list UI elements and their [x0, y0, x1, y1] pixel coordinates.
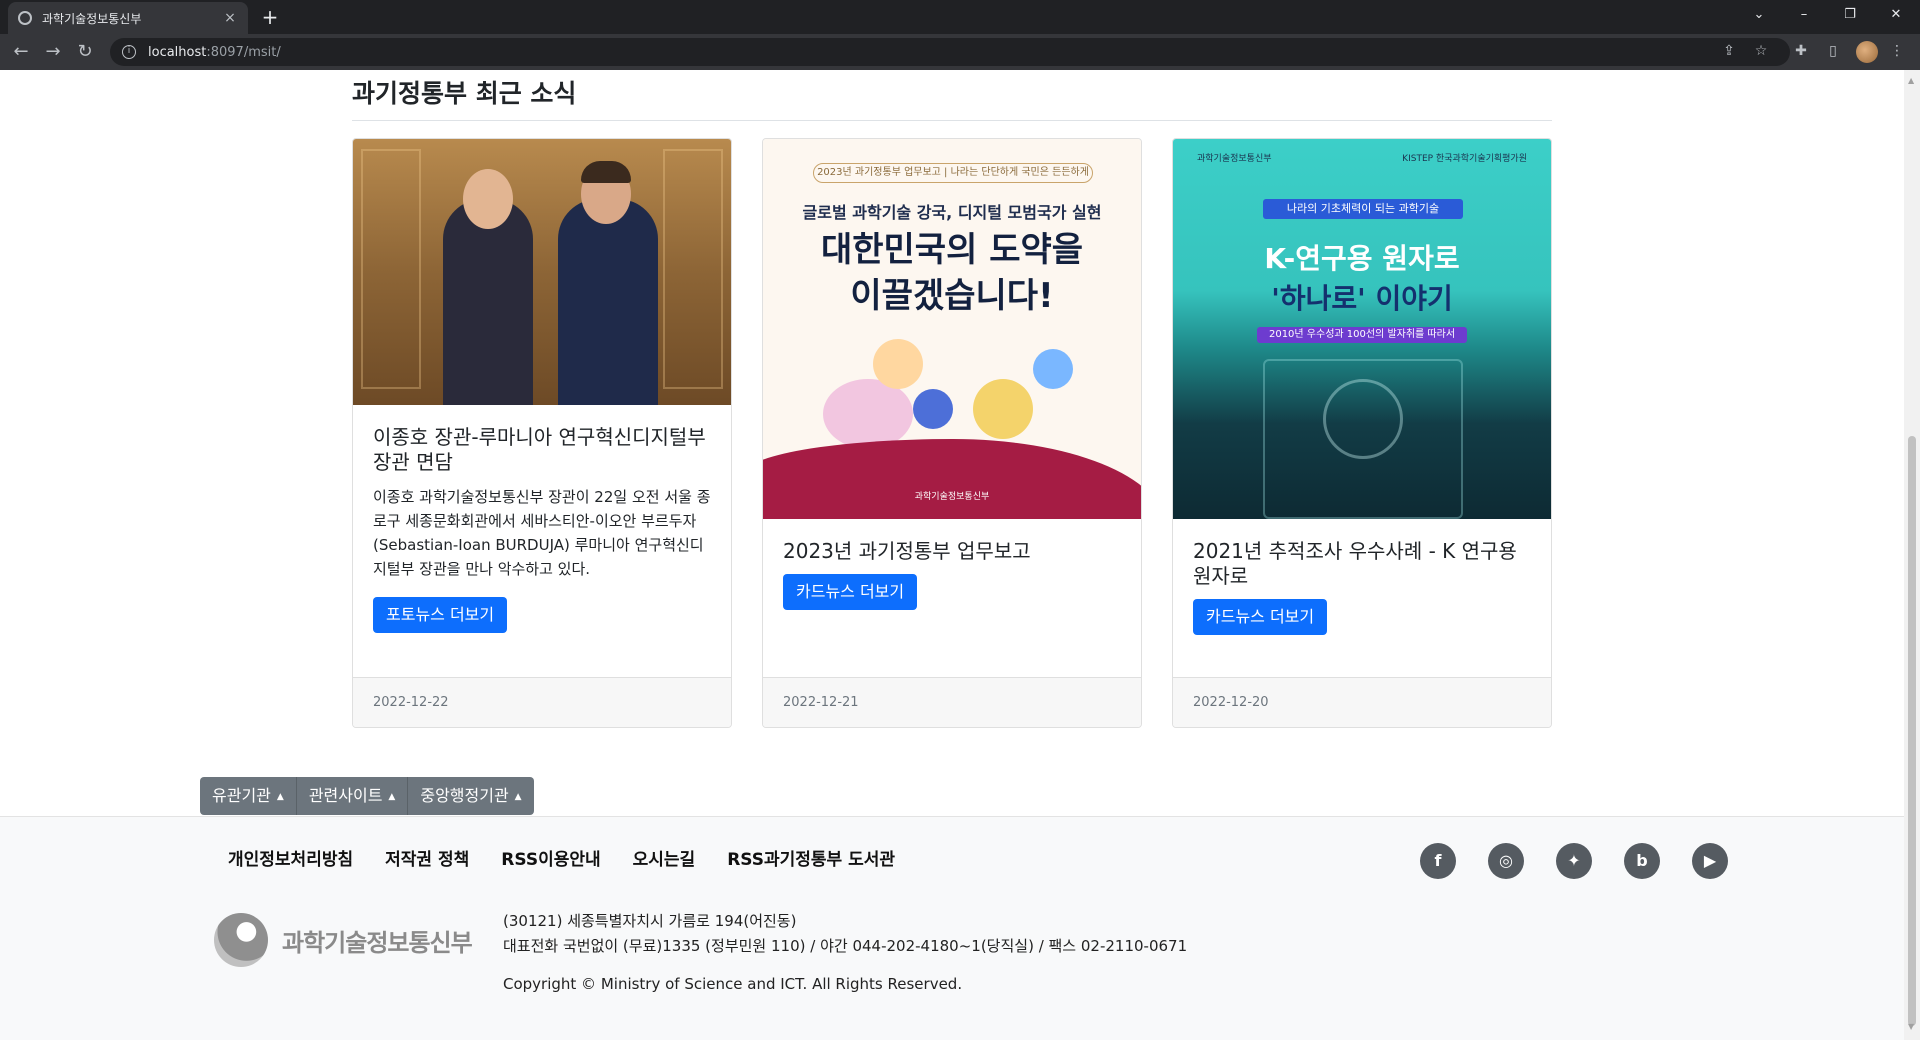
browser-toolbar: ← → ↻ i localhost:8097/msit/ ⇪ ☆ ✚ ▯ ⋮: [0, 34, 1920, 70]
image-headline-line1: K-연구용 원자로: [1264, 242, 1460, 275]
card-title: 이종호 장관-루마니아 연구혁신디지털부 장관 면담: [373, 425, 706, 474]
dropdown-label: 중앙행정기관: [420, 786, 509, 805]
card-body: 이종호 장관-루마니아 연구혁신디지털부 장관 면담 이종호 과학기술정보통신부…: [373, 425, 711, 633]
scroll-down-icon[interactable]: ▼: [1908, 1022, 1914, 1031]
profile-avatar[interactable]: [1856, 41, 1878, 63]
card-title: 2023년 과기정통부 업무보고: [783, 539, 1031, 563]
cardnews-image: 2023년 과기정통부 업무보고 | 나라는 단단하게 국민은 든든하게 글로벌…: [763, 139, 1141, 519]
dropdown-label: 유관기관: [212, 786, 271, 805]
image-headline-line2: '하나로' 이야기: [1271, 282, 1453, 315]
instagram-icon[interactable]: ◎: [1488, 843, 1524, 879]
twitter-icon[interactable]: ✦: [1556, 843, 1592, 879]
dropdown-label: 관련사이트: [308, 786, 383, 805]
scroll-thumb[interactable]: [1908, 436, 1916, 1026]
footer-link-directions[interactable]: 오시는길: [633, 845, 696, 870]
card-title: 2021년 추적조사 우수사례 - K 연구용 원자로: [1193, 539, 1517, 588]
card-body: 2021년 추적조사 우수사례 - K 연구용 원자로 카드뉴스 더보기: [1193, 539, 1531, 635]
tab-search-icon[interactable]: ⌄: [1737, 0, 1781, 30]
caret-up-icon: ▲: [388, 791, 396, 802]
side-panel-icon[interactable]: ▯: [1822, 40, 1844, 62]
tab-title: 과학기술정보통신부: [42, 11, 142, 26]
cardnews-more-button[interactable]: 카드뉴스 더보기: [1193, 599, 1328, 635]
footer-link-copyright[interactable]: 저작권 정책: [385, 845, 469, 870]
news-card-photo: 이종호 장관-루마니아 연구혁신디지털부 장관 면담 이종호 과학기술정보통신부…: [352, 138, 732, 728]
divider: [352, 120, 1552, 121]
url-path: :8097/msit/: [206, 44, 281, 60]
image-logo-left: 과학기술정보통신부: [1197, 154, 1272, 164]
footer-address-block: (30121) 세종특별자치시 가름로 194(어진동) 대표전화 국번없이 (…: [503, 909, 1187, 959]
blog-icon[interactable]: b: [1624, 843, 1660, 879]
bookmark-star-icon[interactable]: ☆: [1750, 40, 1772, 62]
page-viewport: 과기정통부 최근 소식 이종호 장관-루마니아 연구혁신디지털부 장관 면담 이…: [0, 70, 1904, 1040]
footer-link-rss[interactable]: RSS이용안내: [501, 845, 600, 870]
image-ribbon: 나라의 기초체력이 되는 과학기술: [1263, 199, 1463, 219]
back-icon[interactable]: ←: [9, 40, 33, 64]
card-text: 이종호 과학기술정보통신부 장관이 22일 오전 서울 종로구 세종문화회관에서…: [373, 488, 711, 578]
forward-icon[interactable]: →: [41, 40, 65, 64]
news-card-cardnews-1: 2023년 과기정통부 업무보고 | 나라는 단단하게 국민은 든든하게 글로벌…: [762, 138, 1142, 728]
image-logo: 과학기술정보통신부: [914, 492, 990, 502]
page-scrollbar[interactable]: ▲ ▼: [1904, 70, 1920, 1040]
footer-logo: 과학기술정보통신부: [214, 913, 473, 967]
photo-news-image: [353, 139, 731, 405]
image-band: 2010년 우수성과 100선의 발자취를 따라서: [1257, 327, 1467, 343]
tab-close-icon[interactable]: ×: [222, 10, 238, 26]
caret-up-icon: ▲: [514, 791, 522, 802]
dropdown-affiliated-agencies[interactable]: 유관기관 ▲: [200, 777, 297, 815]
footer-phone: 대표전화 국번없이 (무료)1335 (정부민원 110) / 야간 044-2…: [503, 937, 1188, 955]
globe-icon: [18, 11, 32, 25]
share-icon[interactable]: ⇪: [1718, 40, 1740, 62]
window-close-button[interactable]: ✕: [1874, 0, 1918, 30]
footer-link-privacy[interactable]: 개인정보처리방침: [228, 845, 353, 870]
photo-news-more-button[interactable]: 포토뉴스 더보기: [373, 597, 508, 633]
footer-address: (30121) 세종특별자치시 가름로 194(어진동): [503, 912, 797, 930]
caret-up-icon: ▲: [276, 791, 284, 802]
menu-icon[interactable]: ⋮: [1886, 40, 1908, 62]
image-pill: 2023년 과기정통부 업무보고 | 나라는 단단하게 국민은 든든하게: [813, 163, 1093, 183]
card-date: 2022-12-21: [763, 677, 1141, 727]
card-body: 2023년 과기정통부 업무보고 카드뉴스 더보기: [783, 539, 1121, 610]
extensions-icon[interactable]: ✚: [1790, 40, 1812, 62]
footer-link-rss-library[interactable]: RSS과기정통부 도서관: [727, 845, 895, 870]
card-date: 2022-12-20: [1173, 677, 1551, 727]
site-footer: 개인정보처리방침 저작권 정책 RSS이용안내 오시는길 RSS과기정통부 도서…: [0, 816, 1904, 1040]
image-headline: 대한민국의 도약을 이끌겠습니다!: [763, 227, 1141, 319]
cardnews-image: 과학기술정보통신부 KISTEP 한국과학기술기획평가원 나라의 기초체력이 되…: [1173, 139, 1551, 519]
image-headline-line1: 대한민국의 도약을: [820, 230, 1084, 270]
footer-logo-text: 과학기술정보통신부: [282, 928, 473, 957]
new-tab-button[interactable]: +: [258, 5, 282, 29]
minimize-button[interactable]: –: [1782, 0, 1826, 30]
dropdown-related-sites[interactable]: 관련사이트 ▲: [296, 777, 409, 815]
decorative-wave: [763, 439, 1141, 519]
youtube-icon[interactable]: ▶: [1692, 843, 1728, 879]
footer-links: 개인정보처리방침 저작권 정책 RSS이용안내 오시는길 RSS과기정통부 도서…: [228, 845, 927, 870]
restore-button[interactable]: ❐: [1828, 0, 1872, 30]
info-icon[interactable]: i: [122, 45, 136, 59]
ministry-emblem-icon: [214, 913, 268, 967]
image-headline-line2: 이끌겠습니다!: [850, 276, 1054, 316]
dropdown-central-agencies[interactable]: 중앙행정기관 ▲: [408, 777, 534, 815]
related-sites-dropdowns: 유관기관 ▲ 관련사이트 ▲ 중앙행정기관 ▲: [200, 777, 534, 815]
section-title: 과기정통부 최근 소식: [352, 79, 577, 108]
reload-icon[interactable]: ↻: [73, 40, 97, 64]
scroll-up-icon[interactable]: ▲: [1908, 76, 1914, 85]
card-date: 2022-12-22: [353, 677, 731, 727]
news-card-cardnews-2: 과학기술정보통신부 KISTEP 한국과학기술기획평가원 나라의 기초체력이 되…: [1172, 138, 1552, 728]
browser-tab[interactable]: 과학기술정보통신부 ×: [8, 2, 248, 34]
image-subtitle: 글로벌 과학기술 강국, 디지털 모범국가 실현: [802, 203, 1102, 222]
address-bar[interactable]: i localhost:8097/msit/: [110, 38, 1790, 66]
footer-copyright: Copyright © Ministry of Science and ICT.…: [503, 975, 963, 993]
facebook-icon[interactable]: f: [1420, 843, 1456, 879]
cardnews-more-button[interactable]: 카드뉴스 더보기: [783, 574, 918, 610]
browser-tab-bar: 과학기술정보통신부 × + ⌄ – ❐ ✕: [0, 0, 1920, 34]
image-logo-right: KISTEP 한국과학기술기획평가원: [1402, 154, 1527, 164]
url-host: localhost: [148, 44, 207, 60]
